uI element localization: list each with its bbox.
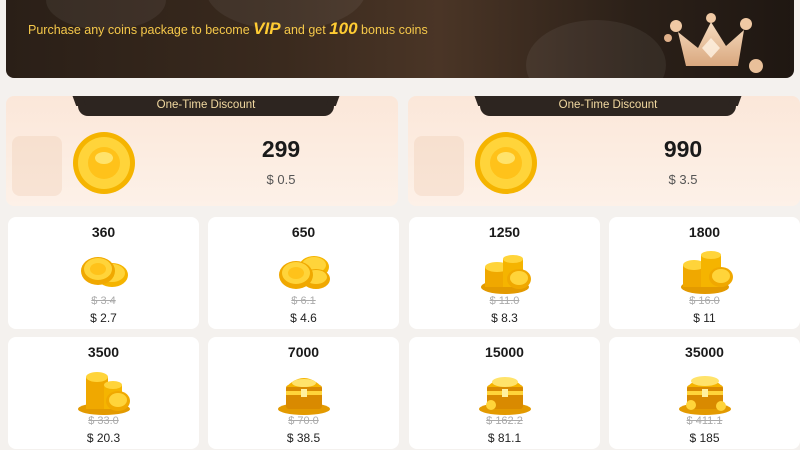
coin-package-card[interactable]: 35000 $ 411.1 $ 185 xyxy=(609,337,800,449)
original-price: $ 70.0 xyxy=(288,415,319,427)
package-price: $ 11 xyxy=(693,311,716,325)
gold-coin-icon xyxy=(475,132,537,194)
coin-amount: 990 xyxy=(663,136,703,162)
coin-pile-icon xyxy=(681,251,733,294)
coin-package-card[interactable]: 1250 $ 11.0 $ 8.3 xyxy=(409,217,600,329)
coin-amount: 360 xyxy=(91,224,116,240)
package-price: $ 2.7 xyxy=(90,311,117,325)
coin-amount: 1800 xyxy=(688,224,721,240)
coin-amount: 7000 xyxy=(287,344,320,360)
coin-store-page: Purchase any coins package to become VIP… xyxy=(0,0,800,450)
original-price: $ 11.0 xyxy=(489,295,520,307)
coin-package-card[interactable]: 3500 $ 33.0 $ 20.3 xyxy=(8,337,199,449)
original-price: $ 16.0 xyxy=(689,295,720,307)
original-price: $ 33.0 xyxy=(88,415,119,427)
coin-package-card[interactable]: 7000 $ 70.0 $ 38.5 xyxy=(208,337,399,449)
coin-package-card[interactable]: 360 $ 3.4 $ 2.7 xyxy=(8,217,199,329)
original-price: $ 6.1 xyxy=(291,295,316,307)
coin-package-card[interactable]: 1800 $ 16.0 $ 11 xyxy=(609,217,800,329)
original-price: $ 411.1 xyxy=(686,415,723,427)
treasure-chest-icon xyxy=(278,378,330,415)
coin-package-card[interactable]: 650 $ 6.1 $ 4.6 xyxy=(208,217,399,329)
package-price: $ 38.5 xyxy=(286,431,321,445)
package-price: $ 8.3 xyxy=(491,311,518,325)
discount-tab-label: One-Time Discount xyxy=(480,96,736,116)
package-price: $ 3.5 xyxy=(668,172,698,187)
coin-amount: 1250 xyxy=(488,224,521,240)
package-price: $ 81.1 xyxy=(487,431,522,445)
bonus-count: 100 xyxy=(329,19,358,38)
package-price: $ 4.6 xyxy=(290,311,317,325)
original-price: $ 162.2 xyxy=(486,415,523,427)
treasure-chest-icon xyxy=(679,376,731,415)
coin-amount: 650 xyxy=(291,224,316,240)
coin-amount: 299 xyxy=(261,136,301,162)
coin-amount: 35000 xyxy=(685,344,724,360)
discount-package-card[interactable]: One-Time Discount 990 $ 3.5 xyxy=(408,96,800,206)
vip-label: VIP xyxy=(253,19,281,38)
coin-tower-icon xyxy=(78,372,130,415)
coin-stack-icon xyxy=(279,256,330,289)
vip-banner[interactable]: Purchase any coins package to become VIP… xyxy=(6,0,794,78)
discount-package-card[interactable]: One-Time Discount 299 $ 0.5 xyxy=(6,96,398,206)
crown-icon xyxy=(664,13,763,73)
coin-amount: 15000 xyxy=(485,344,524,360)
coin-pile-icon xyxy=(481,255,531,294)
coin-package-card[interactable]: 15000 $ 162.2 $ 81.1 xyxy=(409,337,600,449)
original-price: $ 3.4 xyxy=(91,295,116,307)
package-price: $ 185 xyxy=(689,431,720,445)
coin-stack-icon xyxy=(81,257,128,287)
vip-promo-text: Purchase any coins package to become VIP… xyxy=(28,19,428,38)
gold-coin-icon xyxy=(73,132,135,194)
discount-tab-label: One-Time Discount xyxy=(78,96,334,116)
package-price: $ 20.3 xyxy=(86,431,121,445)
treasure-chest-icon xyxy=(479,377,531,415)
coin-amount: 3500 xyxy=(87,344,120,360)
package-price: $ 0.5 xyxy=(266,172,296,187)
